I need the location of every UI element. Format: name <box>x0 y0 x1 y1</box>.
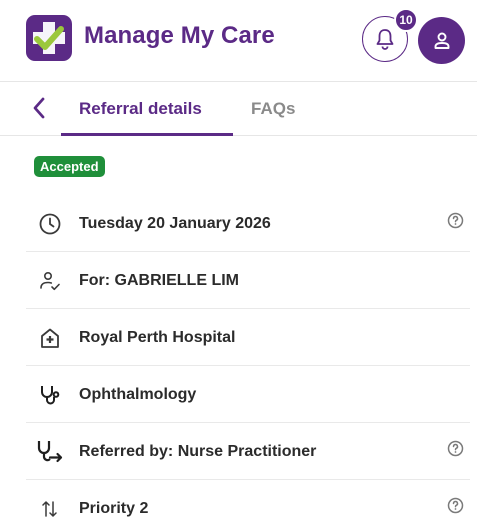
detail-row-priority: Priority 2 <box>26 480 470 530</box>
person-check-icon <box>36 267 64 295</box>
tab-bar: Referral details FAQs <box>0 83 477 136</box>
detail-row-date: Tuesday 20 January 2026 <box>26 195 470 252</box>
app-header: Manage My Care 10 <box>0 0 477 82</box>
user-icon <box>434 32 449 49</box>
app-title: Manage My Care <box>84 22 275 49</box>
tab-referral-details[interactable]: Referral details <box>79 99 202 119</box>
active-tab-indicator <box>61 133 233 136</box>
hospital-icon <box>36 324 64 352</box>
bell-icon <box>376 29 394 50</box>
detail-hospital-text: Royal Perth Hospital <box>79 329 236 346</box>
detail-date-text: Tuesday 20 January 2026 <box>79 215 271 232</box>
detail-patient-text: For: GABRIELLE LIM <box>79 272 239 289</box>
tab-faqs[interactable]: FAQs <box>251 99 295 119</box>
profile-button[interactable] <box>418 17 465 64</box>
help-icon[interactable] <box>447 497 464 514</box>
clock-icon <box>36 210 64 238</box>
referral-details-list: Tuesday 20 January 2026 For: GABRIELLE L… <box>26 195 470 530</box>
stethoscope-referral-icon <box>36 438 64 466</box>
back-button[interactable] <box>26 95 52 121</box>
detail-referrer-text: Referred by: Nurse Practitioner <box>79 443 317 460</box>
detail-row-referrer: Referred by: Nurse Practitioner <box>26 423 470 480</box>
help-icon[interactable] <box>447 212 464 229</box>
help-icon[interactable] <box>447 440 464 457</box>
stethoscope-icon <box>36 381 64 409</box>
detail-specialty-text: Ophthalmology <box>79 386 197 403</box>
detail-row-hospital: Royal Perth Hospital <box>26 309 470 366</box>
status-badge: Accepted <box>34 156 105 177</box>
care-logo-icon <box>26 15 72 61</box>
priority-arrows-icon <box>36 495 64 523</box>
detail-row-specialty: Ophthalmology <box>26 366 470 423</box>
chevron-left-icon <box>33 97 45 119</box>
notification-count-badge: 10 <box>394 8 418 32</box>
detail-priority-text: Priority 2 <box>79 500 149 517</box>
detail-row-patient: For: GABRIELLE LIM <box>26 252 470 309</box>
